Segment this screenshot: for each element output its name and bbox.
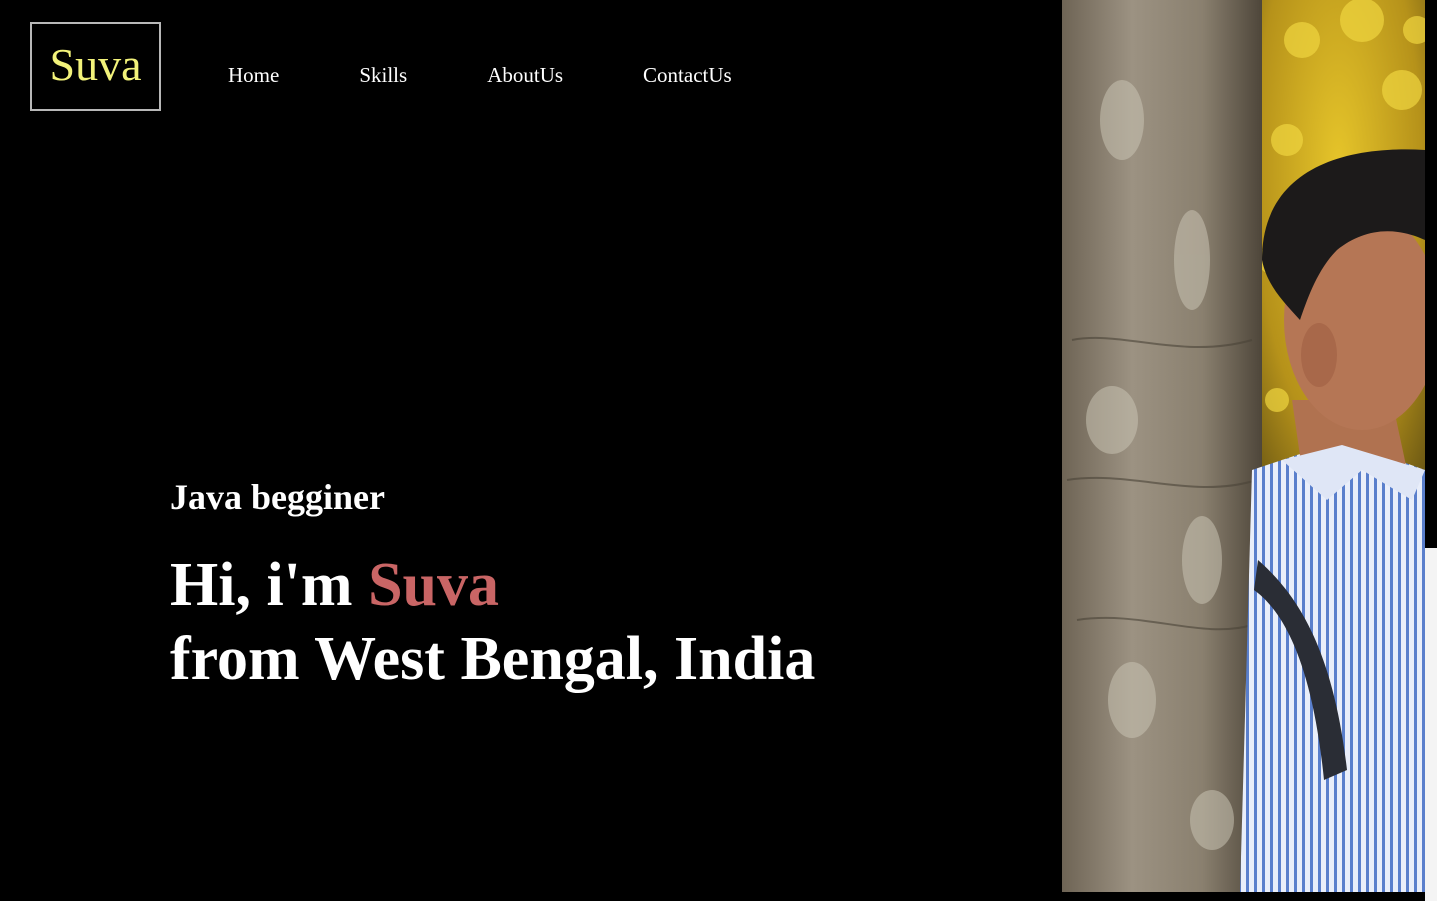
nav-skills-link[interactable]: Skills — [359, 63, 407, 88]
main-nav: Home Skills AboutUs ContactUs — [228, 63, 732, 88]
hero-greeting-line: Hi, i'm Suva — [170, 548, 815, 622]
hero-location: from West Bengal, India — [170, 625, 816, 693]
nav-aboutus-link[interactable]: AboutUs — [487, 63, 563, 88]
logo[interactable]: Suva — [30, 22, 161, 111]
nav-home-link[interactable]: Home — [228, 63, 279, 88]
nav-contactus-link[interactable]: ContactUs — [643, 63, 732, 88]
profile-photo-illustration — [1062, 0, 1425, 892]
hero-name: Suva — [368, 551, 500, 619]
hero-subtitle: Java begginer — [170, 477, 385, 517]
scrollbar-thumb[interactable] — [1425, 548, 1437, 901]
logo-text: Suva — [49, 38, 142, 90]
profile-photo — [1062, 0, 1425, 892]
hero-headline: Hi, i'm Suva from West Bengal, India — [170, 548, 815, 696]
hero-greeting: Hi, i'm — [170, 551, 369, 619]
